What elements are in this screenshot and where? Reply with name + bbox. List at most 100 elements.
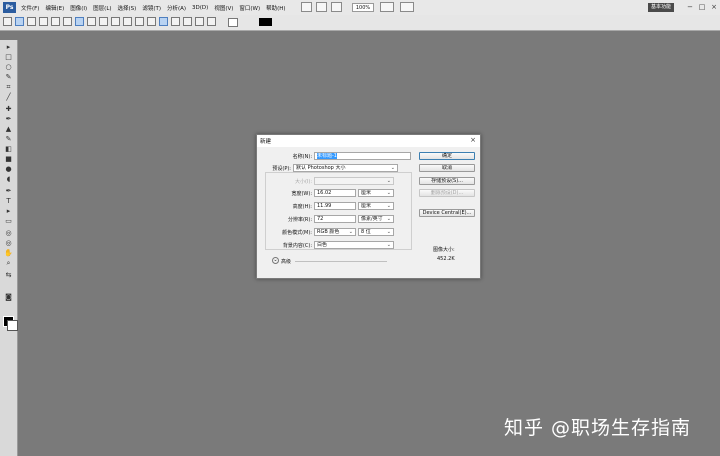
menu-help[interactable]: 帮助(H): [266, 4, 285, 12]
menu-select[interactable]: 选择(S): [118, 4, 137, 12]
width-unit-dropdown[interactable]: 厘米 ⌄: [358, 189, 394, 197]
image-size-label: 图像大小:: [433, 247, 455, 253]
height-input[interactable]: 11.99: [314, 202, 356, 210]
marquee-tool-icon[interactable]: □: [4, 54, 13, 61]
menu-file[interactable]: 文件(F): [21, 4, 39, 12]
bridge-icon[interactable]: [301, 2, 312, 12]
arrange-documents-icon[interactable]: [380, 2, 394, 12]
dodge-tool-icon[interactable]: ◖: [4, 176, 13, 183]
polygon-icon[interactable]: [111, 17, 120, 26]
advanced-toggle-icon[interactable]: ⌄: [272, 257, 279, 264]
menu-image[interactable]: 图像(I): [70, 4, 87, 12]
paths-icon[interactable]: [27, 17, 36, 26]
eraser-tool-icon[interactable]: ◧: [4, 146, 13, 153]
blur-tool-icon[interactable]: ●: [4, 166, 13, 173]
zoom-level-dropdown[interactable]: 100%: [352, 3, 374, 12]
shape-layers-icon[interactable]: [15, 17, 24, 26]
new-layer-icon[interactable]: [159, 17, 168, 26]
line-icon[interactable]: [123, 17, 132, 26]
path-selection-tool-icon[interactable]: ▸: [4, 208, 13, 215]
geometry-options-icon[interactable]: [147, 17, 156, 26]
preset-dropdown[interactable]: 默认 Photoshop 大小 ⌄: [293, 164, 398, 172]
hand-icon[interactable]: [316, 2, 327, 12]
main-menu: 文件(F) 编辑(E) 图像(I) 图层(L) 选择(S) 滤镜(T) 分析(A…: [21, 0, 292, 15]
resolution-input[interactable]: 72: [314, 215, 356, 223]
dialog-title: 新建: [260, 139, 272, 145]
color-mode-dropdown[interactable]: RGB 颜色 ⌄: [314, 228, 356, 236]
height-unit-dropdown[interactable]: 厘米 ⌄: [358, 202, 394, 210]
zoom-icon[interactable]: [331, 2, 342, 12]
move-tool-icon[interactable]: ▸: [4, 44, 13, 51]
style-none-icon[interactable]: [228, 18, 238, 27]
ok-button[interactable]: 确定: [419, 152, 475, 160]
menu-view[interactable]: 视图(V): [214, 4, 233, 12]
menu-filter[interactable]: 滤镜(T): [142, 4, 161, 12]
color-swatch[interactable]: [259, 18, 272, 26]
close-icon[interactable]: ×: [470, 136, 476, 144]
close-window-icon[interactable]: ×: [709, 2, 719, 12]
tool-preset-icon[interactable]: [3, 17, 12, 26]
quick-mask-icon[interactable]: ◙: [4, 294, 13, 301]
rectangle-icon[interactable]: [75, 17, 84, 26]
gradient-tool-icon[interactable]: ■: [4, 156, 13, 163]
preset-label: 预设(P):: [272, 166, 291, 172]
bit-depth-dropdown[interactable]: 8 位 ⌄: [358, 228, 394, 236]
crop-tool-icon[interactable]: ⌗: [4, 84, 13, 91]
3d-orbit-tool-icon[interactable]: ◎: [4, 240, 13, 247]
pen-icon[interactable]: [51, 17, 60, 26]
chevron-down-icon: ⌄: [348, 229, 353, 235]
menu-bar: Ps 文件(F) 编辑(E) 图像(I) 图层(L) 选择(S) 滤镜(T) 分…: [0, 0, 720, 16]
intersect-area-icon[interactable]: [195, 17, 204, 26]
advanced-label: 高级: [281, 259, 292, 265]
hand-tool-icon[interactable]: ✋: [4, 250, 13, 257]
freeform-pen-icon[interactable]: [63, 17, 72, 26]
options-bar: [0, 15, 720, 31]
history-brush-tool-icon[interactable]: ✎: [4, 136, 13, 143]
advanced-divider: [295, 261, 387, 262]
chevron-down-icon: ⌄: [386, 203, 391, 209]
device-central-button[interactable]: Device Central(E)...: [419, 209, 475, 217]
type-tool-icon[interactable]: T: [4, 198, 13, 205]
quick-selection-tool-icon[interactable]: ✎: [4, 74, 13, 81]
ellipse-icon[interactable]: [99, 17, 108, 26]
width-input[interactable]: 16.02: [314, 189, 356, 197]
fill-pixels-icon[interactable]: [39, 17, 48, 26]
menu-3d[interactable]: 3D(D): [192, 5, 208, 11]
menu-window[interactable]: 窗口(W): [239, 4, 260, 12]
exclude-area-icon[interactable]: [207, 17, 216, 26]
size-dropdown: ⌄: [314, 177, 394, 185]
healing-brush-tool-icon[interactable]: ✚: [4, 106, 13, 113]
zoom-tool-icon[interactable]: ⌕: [4, 260, 13, 267]
size-label: 大小(I):: [294, 179, 312, 185]
custom-shape-icon[interactable]: [135, 17, 144, 26]
view-controls: [380, 2, 420, 12]
rounded-rectangle-icon[interactable]: [87, 17, 96, 26]
chevron-down-icon: ⌄: [386, 190, 391, 196]
background-color-swatch[interactable]: [7, 320, 18, 331]
menu-edit[interactable]: 编辑(E): [45, 4, 64, 12]
lasso-tool-icon[interactable]: ○: [4, 64, 13, 71]
restore-icon[interactable]: □: [697, 2, 707, 12]
subtract-area-icon[interactable]: [183, 17, 192, 26]
name-label: 名称(N):: [292, 154, 312, 160]
brush-tool-icon[interactable]: ✒: [4, 116, 13, 123]
watermark: 知乎 @职场生存指南: [504, 417, 692, 439]
menu-layer[interactable]: 图层(L): [93, 4, 111, 12]
minimize-icon[interactable]: −: [685, 2, 695, 12]
add-to-area-icon[interactable]: [171, 17, 180, 26]
swap-colors-icon[interactable]: ⇆: [4, 272, 13, 279]
workspace-switcher[interactable]: 基本功能: [648, 3, 674, 12]
photoshop-logo: Ps: [3, 2, 16, 13]
cancel-button[interactable]: 取消: [419, 164, 475, 172]
3d-rotate-tool-icon[interactable]: ◎: [4, 230, 13, 237]
clone-stamp-tool-icon[interactable]: ▲: [4, 126, 13, 133]
menu-analysis[interactable]: 分析(A): [167, 4, 186, 12]
resolution-unit-dropdown[interactable]: 像素/英寸 ⌄: [358, 215, 394, 223]
screen-mode-icon[interactable]: [400, 2, 414, 12]
save-preset-button[interactable]: 存储预设(S)...: [419, 177, 475, 185]
background-contents-dropdown[interactable]: 白色 ⌄: [314, 241, 394, 249]
eyedropper-tool-icon[interactable]: ╱: [4, 94, 13, 101]
pen-tool-icon[interactable]: ✒: [4, 188, 13, 195]
rectangle-tool-icon[interactable]: ▭: [4, 218, 13, 225]
name-input[interactable]: 未标题-1: [314, 152, 411, 160]
